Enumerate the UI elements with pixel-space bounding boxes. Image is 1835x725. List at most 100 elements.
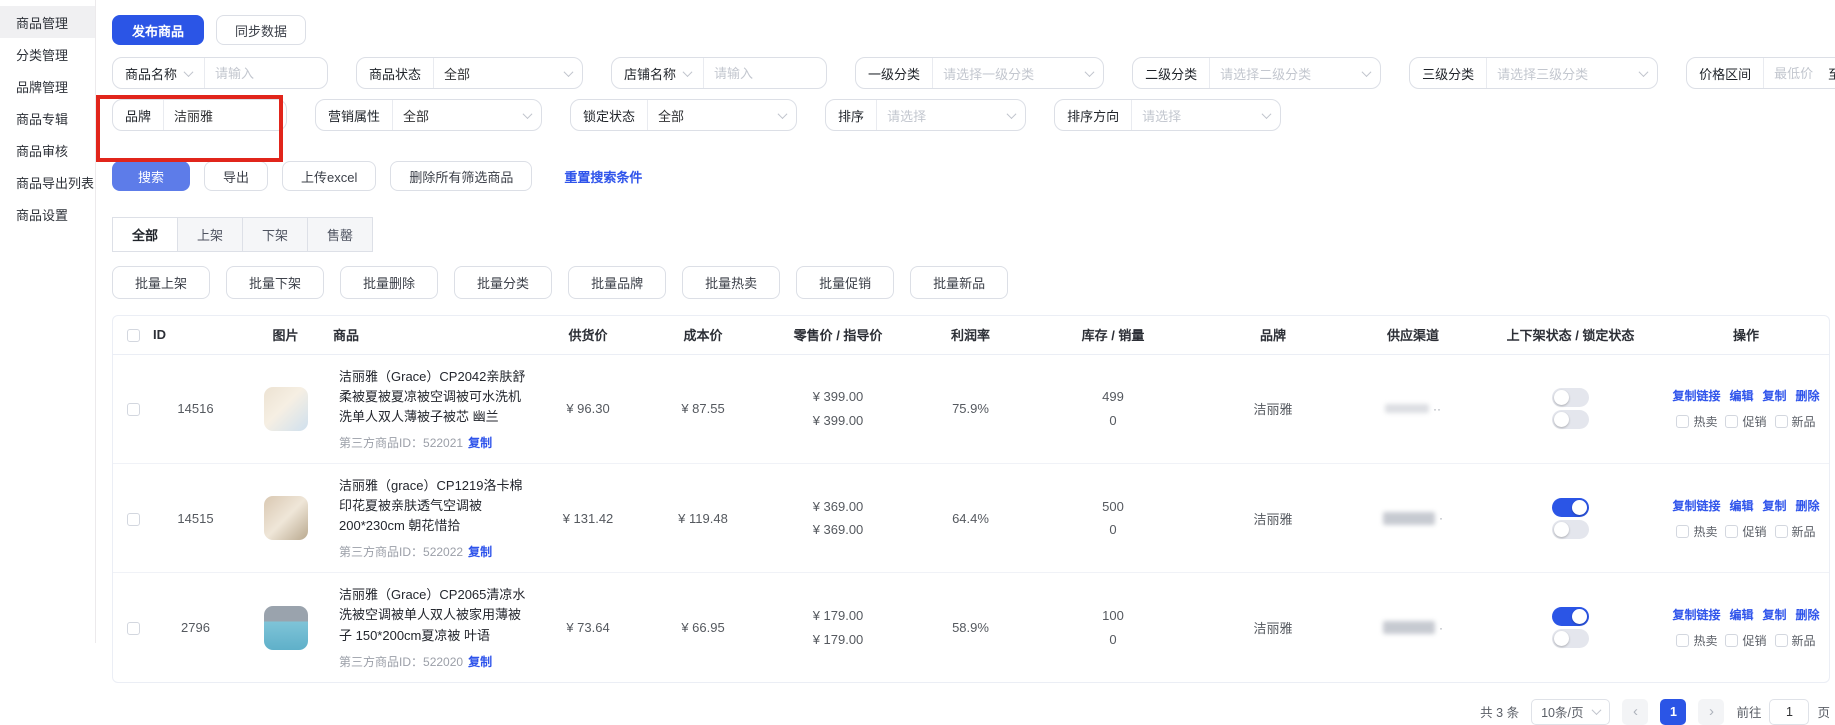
export-button[interactable]: 导出 bbox=[204, 161, 268, 191]
delete-link[interactable]: 删除 bbox=[1796, 497, 1820, 514]
product-thumbnail[interactable] bbox=[264, 496, 308, 540]
goto-page-input[interactable] bbox=[1769, 699, 1809, 725]
select-all-checkbox[interactable] bbox=[127, 329, 140, 342]
copy-id-link[interactable]: 复制 bbox=[468, 545, 492, 559]
promotion-checkbox[interactable] bbox=[1725, 634, 1738, 647]
status-tabs: 全部 上架 下架 售罄 bbox=[112, 217, 1835, 252]
row-checkbox[interactable] bbox=[127, 622, 140, 635]
promotion-checkbox[interactable] bbox=[1725, 525, 1738, 538]
batch-delete-button[interactable]: 批量删除 bbox=[340, 266, 438, 299]
copy-id-link[interactable]: 复制 bbox=[468, 655, 492, 669]
sidebar-item-product-management[interactable]: 商品管理 bbox=[0, 6, 95, 38]
sync-data-button[interactable]: 同步数据 bbox=[216, 15, 306, 45]
shop-name-input[interactable] bbox=[714, 66, 816, 81]
duplicate-link[interactable]: 复制 bbox=[1763, 606, 1787, 623]
delete-link[interactable]: 删除 bbox=[1796, 606, 1820, 623]
edit-link[interactable]: 编辑 bbox=[1729, 387, 1753, 404]
promotion-checkbox[interactable] bbox=[1725, 415, 1738, 428]
chevron-down-icon bbox=[564, 67, 574, 77]
prev-page-button[interactable]: ‹ bbox=[1622, 699, 1648, 725]
product-title[interactable]: 洁丽雅（grace）CP1219洛卡棉印花夏被亲肤透气空调被200*230cm … bbox=[339, 476, 527, 536]
next-page-button[interactable]: › bbox=[1698, 699, 1724, 725]
online-status-toggle[interactable] bbox=[1552, 388, 1589, 407]
new-product-checkbox[interactable] bbox=[1775, 525, 1788, 538]
brand-input[interactable] bbox=[174, 108, 276, 123]
upload-excel-button[interactable]: 上传excel bbox=[282, 161, 376, 191]
copy-product-link[interactable]: 复制链接 bbox=[1672, 387, 1720, 404]
page-size-select[interactable]: 10条/页 bbox=[1531, 699, 1610, 725]
col-header-supply-channel: 供应渠道 bbox=[1348, 316, 1478, 354]
current-page-button[interactable]: 1 bbox=[1660, 699, 1686, 725]
sidebar-item-brand-management[interactable]: 品牌管理 bbox=[0, 70, 95, 102]
online-status-toggle[interactable] bbox=[1552, 607, 1589, 626]
top-button-row: 发布商品 同步数据 bbox=[112, 15, 1835, 45]
price-min-input[interactable] bbox=[1774, 66, 1820, 81]
col-header-product: 商品 bbox=[333, 316, 533, 354]
chevron-down-icon bbox=[1085, 67, 1095, 77]
duplicate-link[interactable]: 复制 bbox=[1763, 387, 1787, 404]
publish-product-button[interactable]: 发布商品 bbox=[112, 15, 204, 45]
batch-off-shelf-button[interactable]: 批量下架 bbox=[226, 266, 324, 299]
duplicate-link[interactable]: 复制 bbox=[1763, 497, 1787, 514]
sidebar-item-product-album[interactable]: 商品专辑 bbox=[0, 102, 95, 134]
lock-status-toggle[interactable] bbox=[1552, 520, 1589, 539]
row-checkbox[interactable] bbox=[127, 403, 140, 416]
sidebar-item-product-review[interactable]: 商品审核 bbox=[0, 134, 95, 166]
goto-page-control: 前往 页 bbox=[1736, 699, 1830, 725]
page-size-value: 10条/页 bbox=[1541, 702, 1583, 721]
edit-link[interactable]: 编辑 bbox=[1729, 606, 1753, 623]
search-button[interactable]: 搜索 bbox=[112, 161, 190, 191]
batch-hot-sale-button[interactable]: 批量热卖 bbox=[682, 266, 780, 299]
online-status-toggle[interactable] bbox=[1552, 498, 1589, 517]
sidebar-item-product-export-list[interactable]: 商品导出列表 bbox=[0, 166, 95, 198]
batch-on-shelf-button[interactable]: 批量上架 bbox=[112, 266, 210, 299]
copy-product-link[interactable]: 复制链接 bbox=[1672, 606, 1720, 623]
delete-link[interactable]: 删除 bbox=[1796, 387, 1820, 404]
copy-id-link[interactable]: 复制 bbox=[468, 436, 492, 450]
reset-search-link[interactable]: 重置搜索条件 bbox=[564, 167, 642, 186]
product-name-input[interactable] bbox=[215, 66, 317, 81]
product-thumbnail[interactable] bbox=[264, 387, 308, 431]
sort-select[interactable]: 请选择 bbox=[887, 106, 1015, 125]
product-title[interactable]: 洁丽雅（Grace）CP2042亲肤舒柔被夏被夏凉被空调被可水洗机洗单人双人薄被… bbox=[339, 367, 527, 427]
guide-price: ¥ 399.00 bbox=[769, 409, 907, 432]
sort-direction-select[interactable]: 请选择 bbox=[1142, 106, 1270, 125]
lock-status-toggle[interactable] bbox=[1552, 629, 1589, 648]
product-title[interactable]: 洁丽雅（Grace）CP2065清凉水洗被空调被单人双人被家用薄被子 150*2… bbox=[339, 585, 527, 645]
hot-sale-checkbox[interactable] bbox=[1676, 525, 1689, 538]
tab-all[interactable]: 全部 bbox=[112, 217, 178, 252]
tab-on-shelf[interactable]: 上架 bbox=[177, 217, 243, 252]
category3-select[interactable]: 请选择三级分类 bbox=[1497, 64, 1647, 83]
copy-product-link[interactable]: 复制链接 bbox=[1672, 497, 1720, 514]
filter-label: 锁定状态 bbox=[571, 100, 647, 130]
category2-select[interactable]: 请选择二级分类 bbox=[1220, 64, 1370, 83]
batch-category-button[interactable]: 批量分类 bbox=[454, 266, 552, 299]
product-name-field-selector[interactable]: 商品名称 bbox=[113, 58, 204, 88]
edit-link[interactable]: 编辑 bbox=[1729, 497, 1753, 514]
lock-status-select[interactable]: 全部 bbox=[658, 106, 786, 125]
third-party-id-label: 第三方商品ID： bbox=[339, 436, 423, 450]
lock-status-toggle[interactable] bbox=[1552, 410, 1589, 429]
new-product-checkbox[interactable] bbox=[1775, 634, 1788, 647]
sidebar-item-category-management[interactable]: 分类管理 bbox=[0, 38, 95, 70]
product-status-select[interactable]: 全部 bbox=[444, 64, 572, 83]
delete-filtered-button[interactable]: 删除所有筛选商品 bbox=[390, 161, 532, 191]
stock-value: 499 bbox=[1034, 385, 1192, 408]
tab-off-shelf[interactable]: 下架 bbox=[242, 217, 308, 252]
filter-row-1: 商品名称 商品状态 全部 店铺名称 一级分类 请选择一级分类 二级分类 请选择二… bbox=[112, 57, 1835, 89]
sidebar-item-product-settings[interactable]: 商品设置 bbox=[0, 198, 95, 230]
batch-new-product-button[interactable]: 批量新品 bbox=[910, 266, 1008, 299]
new-product-checkbox[interactable] bbox=[1775, 415, 1788, 428]
batch-promotion-button[interactable]: 批量促销 bbox=[796, 266, 894, 299]
batch-brand-button[interactable]: 批量品牌 bbox=[568, 266, 666, 299]
third-party-id: 第三方商品ID：522022复制 bbox=[339, 543, 527, 560]
row-checkbox[interactable] bbox=[127, 513, 140, 526]
marketing-select[interactable]: 全部 bbox=[403, 106, 531, 125]
hot-sale-checkbox[interactable] bbox=[1676, 634, 1689, 647]
hot-sale-checkbox[interactable] bbox=[1676, 415, 1689, 428]
shop-name-field-selector[interactable]: 店铺名称 bbox=[612, 58, 703, 88]
cost-price: ¥ 87.55 bbox=[643, 354, 763, 463]
category1-select[interactable]: 请选择一级分类 bbox=[943, 64, 1093, 83]
table-row: 14516 洁丽雅（Grace）CP2042亲肤舒柔被夏被夏凉被空调被可水洗机洗… bbox=[113, 354, 1829, 463]
tab-sold-out[interactable]: 售罄 bbox=[307, 217, 373, 252]
